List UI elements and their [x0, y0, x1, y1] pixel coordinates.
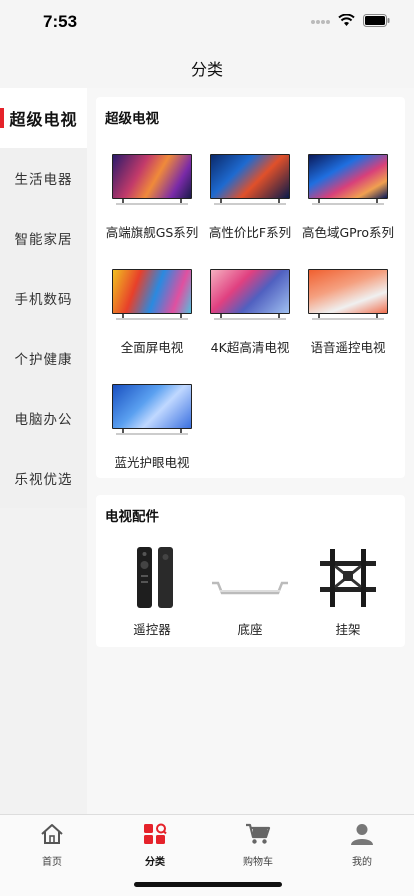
category-item-full-screen[interactable]: 全面屏电视 [102, 269, 202, 359]
tab-home[interactable]: 首页 [22, 823, 82, 868]
sidebar-item-label: 智能家居 [14, 232, 73, 248]
category-item-4k[interactable]: 4K超高清电视 [200, 269, 300, 359]
tv-thumbnail [308, 154, 388, 206]
category-item-f[interactable]: 高性价比F系列 [200, 154, 300, 244]
sidebar-item-super-tv[interactable]: 超级电视 [0, 88, 87, 148]
user-icon [351, 824, 373, 845]
remote-control-icon [137, 547, 173, 608]
sidebar-item-office[interactable]: 电脑办公 [0, 388, 87, 448]
sidebar-item-label: 电脑办公 [14, 412, 73, 428]
accessory-item-label: 遥控器 [133, 622, 171, 637]
tv-thumbnail [308, 269, 388, 321]
accessory-item-mount[interactable]: 挂架 [298, 545, 398, 637]
tab-label: 我的 [352, 857, 372, 868]
home-icon [41, 824, 63, 844]
page-title: 分类 [190, 60, 223, 79]
category-sidebar: 超级电视 生活电器 智能家居 手机数码 个护健康 电脑办公 乐视优选 [0, 88, 87, 508]
sidebar-item-label: 个护健康 [14, 352, 73, 368]
status-time: 7:53 [43, 12, 78, 31]
sidebar-background [0, 508, 87, 814]
tab-label: 首页 [42, 857, 62, 868]
section-title: 超级电视 [105, 111, 159, 127]
sidebar-item-label: 乐视优选 [14, 472, 73, 488]
section-super-tv: 超级电视 高端旗舰GS系列 高性价比F系列 高色域GPro系列 全面屏电视 4K… [96, 97, 405, 478]
sidebar-item-health[interactable]: 个护健康 [0, 328, 87, 388]
category-item-label: 语音遥控电视 [310, 340, 386, 355]
category-icon [144, 823, 167, 844]
sidebar-item-label: 生活电器 [14, 172, 73, 188]
category-item-gs[interactable]: 高端旗舰GS系列 [102, 154, 202, 244]
accessory-item-base[interactable]: 底座 [200, 545, 300, 637]
tab-cart[interactable]: 购物车 [228, 823, 288, 868]
category-item-label: 蓝光护眼电视 [114, 455, 190, 470]
sidebar-item-select[interactable]: 乐视优选 [0, 448, 87, 508]
category-item-label: 高端旗舰GS系列 [105, 225, 199, 240]
tv-thumbnail [210, 269, 290, 321]
tab-category[interactable]: 分类 [125, 823, 185, 868]
battery-icon [363, 14, 390, 27]
tv-thumbnail [112, 154, 192, 206]
category-item-gpro[interactable]: 高色域GPro系列 [298, 154, 398, 244]
status-icons [310, 14, 390, 27]
wall-mount-icon [320, 549, 376, 607]
category-content: 超级电视 高端旗舰GS系列 高性价比F系列 高色域GPro系列 全面屏电视 4K… [87, 88, 414, 814]
sidebar-item-label: 超级电视 [9, 110, 78, 129]
sidebar-item-smart-home[interactable]: 智能家居 [0, 208, 87, 268]
category-item-label: 4K超高清电视 [210, 340, 290, 355]
home-indicator [134, 882, 282, 887]
tv-thumbnail [112, 384, 192, 436]
status-bar: 7:53 [0, 0, 414, 46]
tab-label: 分类 [145, 857, 165, 868]
category-item-label: 全面屏电视 [120, 340, 184, 355]
tab-label: 购物车 [243, 857, 273, 868]
section-tv-accessories: 电视配件 遥控器 底座 挂架 [96, 495, 405, 647]
tab-profile[interactable]: 我的 [332, 823, 392, 868]
accessory-item-label: 底座 [237, 622, 263, 637]
shopping-cart-icon [246, 823, 271, 844]
signal-icon [311, 19, 330, 24]
wifi-icon [338, 14, 355, 26]
tv-base-icon [212, 581, 288, 595]
section-title: 电视配件 [105, 509, 159, 525]
tv-thumbnail [112, 269, 192, 321]
category-item-blue-light[interactable]: 蓝光护眼电视 [102, 384, 202, 474]
category-item-voice[interactable]: 语音遥控电视 [298, 269, 398, 359]
sidebar-item-appliances[interactable]: 生活电器 [0, 148, 87, 208]
category-item-label: 高性价比F系列 [208, 225, 292, 240]
tv-thumbnail [210, 154, 290, 206]
accessory-item-remote[interactable]: 遥控器 [102, 545, 202, 637]
sidebar-item-digital[interactable]: 手机数码 [0, 268, 87, 328]
accessory-item-label: 挂架 [335, 622, 361, 637]
sidebar-item-label: 手机数码 [14, 292, 73, 308]
category-item-label: 高色域GPro系列 [301, 225, 395, 240]
